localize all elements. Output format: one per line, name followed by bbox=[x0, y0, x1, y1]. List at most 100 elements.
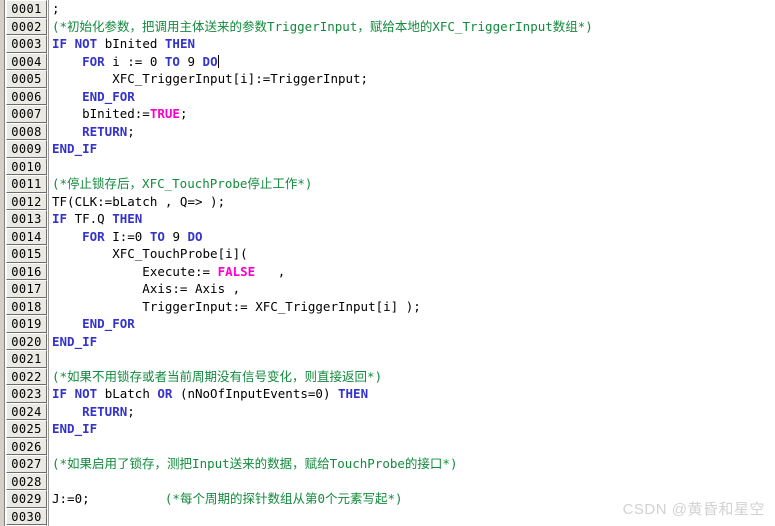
code-text[interactable]: FOR i := 0 TO 9 DO bbox=[52, 53, 219, 71]
code-line[interactable]: 0001; bbox=[0, 0, 775, 18]
code-line[interactable]: 0011 (*停止锁存后，XFC_TouchProbe停止工作*) bbox=[0, 175, 775, 193]
code-text[interactable]: (*如果启用了锁存，测把Input送来的数据，赋给TouchProbe的接口*) bbox=[52, 455, 458, 473]
code-text[interactable]: IF NOT bLatch OR (nNoOfInputEvents=0) TH… bbox=[52, 385, 368, 403]
code-line[interactable]: 0016 Execute:= FALSE , bbox=[0, 262, 775, 281]
code-text[interactable]: (*停止锁存后，XFC_TouchProbe停止工作*) bbox=[52, 175, 312, 193]
line-number: 0011 bbox=[6, 175, 47, 193]
csdn-watermark: CSDN @黄昏和星空 bbox=[622, 501, 765, 518]
code-line[interactable]: 0005 XFC_TriggerInput[i]:=TriggerInput; bbox=[0, 70, 775, 88]
code-text[interactable]: END_FOR bbox=[52, 88, 135, 106]
code-text[interactable]: END_IF bbox=[52, 333, 97, 351]
token-cmt: (*初始化参数，把调用主体送来的参数TriggerInput，赋给本地的XFC_… bbox=[52, 18, 593, 34]
code-text[interactable]: END_IF bbox=[52, 140, 97, 158]
token-kw: RETURN bbox=[82, 123, 128, 139]
code-text[interactable]: END_IF bbox=[52, 420, 97, 438]
line-number: 0030 bbox=[6, 507, 47, 525]
code-text[interactable]: IF TF.Q THEN bbox=[52, 210, 142, 228]
code-rows[interactable]: 0001; 0002 (*初始化参数，把调用主体送来的参数TriggerInput，… bbox=[0, 0, 775, 526]
code-line[interactable]: 0015 XFC_TouchProbe[i]( bbox=[0, 245, 775, 263]
token-plain: ; bbox=[127, 403, 135, 419]
token-plain: XFC_TriggerInput[i]:=TriggerInput; bbox=[52, 71, 369, 86]
code-line[interactable]: 0028 bbox=[0, 472, 775, 490]
line-number: 0004 bbox=[6, 52, 47, 70]
code-line[interactable]: 0014 FOR I:=0 TO 9 DO bbox=[0, 227, 775, 246]
token-plain: bInited:= bbox=[52, 106, 150, 121]
token-kw: THEN bbox=[338, 386, 369, 401]
token-plain: (nNoOfInputEvents=0) bbox=[179, 386, 338, 401]
code-line[interactable]: 0019 END_FOR bbox=[0, 315, 775, 333]
token-kw: IF bbox=[52, 211, 75, 226]
text-caret bbox=[217, 54, 219, 68]
code-text[interactable]: ; bbox=[52, 0, 60, 18]
token-plain: 9 bbox=[172, 228, 188, 244]
code-line[interactable]: 0018 TriggerInput:= XFC_TriggerInput[i] … bbox=[0, 297, 775, 316]
code-line[interactable]: 0023 IF NOT bLatch OR (nNoOfInputEvents=0… bbox=[0, 385, 775, 403]
token-plain: ; bbox=[179, 106, 188, 121]
code-text[interactable]: END_FOR bbox=[52, 315, 135, 333]
code-line[interactable]: 0012 TF(CLK:=bLatch , Q=> ); bbox=[0, 192, 775, 211]
code-line[interactable]: 0022 (*如果不用锁存或者当前周期没有信号变化，则直接返回*) bbox=[0, 367, 775, 386]
code-line[interactable]: 0002 (*初始化参数，把调用主体送来的参数TriggerInput，赋给本地的… bbox=[0, 17, 775, 36]
code-line[interactable]: 0010 bbox=[0, 157, 775, 175]
code-text[interactable]: XFC_TriggerInput[i]:=TriggerInput; bbox=[52, 70, 368, 88]
code-text[interactable]: FOR I:=0 TO 9 DO bbox=[52, 228, 202, 246]
token-plain: XFC_TouchProbe[i]( bbox=[52, 246, 248, 261]
code-text[interactable]: Axis:= Axis , bbox=[52, 280, 240, 298]
line-number: 0027 bbox=[6, 455, 47, 473]
line-number: 0028 bbox=[6, 472, 47, 490]
code-text[interactable]: bInited:=TRUE; bbox=[52, 105, 187, 123]
code-line[interactable]: 0020 END_IF bbox=[0, 332, 775, 351]
token-plain: bLatch bbox=[104, 386, 158, 401]
code-line[interactable]: 0017 Axis:= Axis , bbox=[0, 280, 775, 298]
code-line[interactable]: 0008 RETURN; bbox=[0, 122, 775, 141]
line-number: 0025 bbox=[6, 420, 47, 438]
line-number: 0007 bbox=[6, 105, 47, 123]
code-line[interactable]: 0007 bInited:=TRUE; bbox=[0, 105, 775, 123]
token-kw: END_FOR bbox=[82, 316, 135, 331]
line-number: 0013 bbox=[6, 210, 47, 228]
token-kw: THEN bbox=[112, 211, 143, 226]
token-cmt: (*如果启用了锁存，测把Input送来的数据，赋给TouchProbe的接口*) bbox=[52, 456, 458, 471]
code-editor[interactable]: 0001; 0002 (*初始化参数，把调用主体送来的参数TriggerInput，… bbox=[0, 0, 775, 526]
token-kw: FOR bbox=[82, 53, 113, 69]
token-kw: END_IF bbox=[52, 333, 98, 349]
code-text[interactable]: (*初始化参数，把调用主体送来的参数TriggerInput，赋给本地的XFC_… bbox=[52, 18, 593, 36]
code-line[interactable]: 0027 (*如果启用了锁存，测把Input送来的数据，赋给TouchProbe的… bbox=[0, 455, 775, 473]
code-text[interactable]: IF NOT bInited THEN bbox=[52, 35, 195, 53]
token-plain: J:=0; bbox=[52, 491, 165, 506]
code-line[interactable]: 0024 RETURN; bbox=[0, 402, 775, 421]
code-text[interactable]: J:=0; (*每个周期的探针数组从第0个元素写起*) bbox=[52, 490, 403, 508]
code-line[interactable]: 0009 END_IF bbox=[0, 140, 775, 158]
line-number: 0003 bbox=[6, 35, 47, 53]
code-line[interactable]: 0004 FOR i := 0 TO 9 DO bbox=[0, 52, 775, 71]
code-text[interactable]: (*如果不用锁存或者当前周期没有信号变化，则直接返回*) bbox=[52, 368, 382, 386]
code-line[interactable]: 0026 bbox=[0, 437, 775, 455]
code-text[interactable]: XFC_TouchProbe[i]( bbox=[52, 245, 248, 263]
token-plain: i := 0 bbox=[112, 53, 165, 69]
token-plain: TriggerInput:= XFC_TriggerInput[i] ); bbox=[52, 298, 421, 314]
token-lit: FALSE bbox=[217, 263, 256, 279]
code-line[interactable]: 0025 END_IF bbox=[0, 420, 775, 438]
code-line[interactable]: 0003 IF NOT bInited THEN bbox=[0, 35, 775, 53]
token-cmt: (*停止锁存后，XFC_TouchProbe停止工作*) bbox=[52, 176, 313, 191]
code-line[interactable]: 0013 IF TF.Q THEN bbox=[0, 210, 775, 228]
token-plain: , bbox=[255, 263, 286, 279]
line-number: 0023 bbox=[6, 385, 47, 403]
code-text[interactable]: TriggerInput:= XFC_TriggerInput[i] ); bbox=[52, 298, 421, 316]
line-number: 0019 bbox=[6, 315, 47, 333]
line-number: 0015 bbox=[6, 245, 47, 263]
line-number: 0005 bbox=[6, 70, 47, 88]
code-text[interactable]: TF(CLK:=bLatch , Q=> ); bbox=[52, 193, 225, 211]
token-kw: THEN bbox=[164, 36, 196, 51]
line-number: 0022 bbox=[6, 367, 47, 385]
code-line[interactable]: 0006 END_FOR bbox=[0, 87, 775, 106]
code-text[interactable]: Execute:= FALSE , bbox=[52, 263, 285, 281]
token-kw: FOR bbox=[82, 228, 113, 244]
code-line[interactable]: 0021 bbox=[0, 350, 775, 368]
code-text[interactable]: RETURN; bbox=[52, 123, 135, 141]
code-text[interactable]: RETURN; bbox=[52, 403, 135, 421]
